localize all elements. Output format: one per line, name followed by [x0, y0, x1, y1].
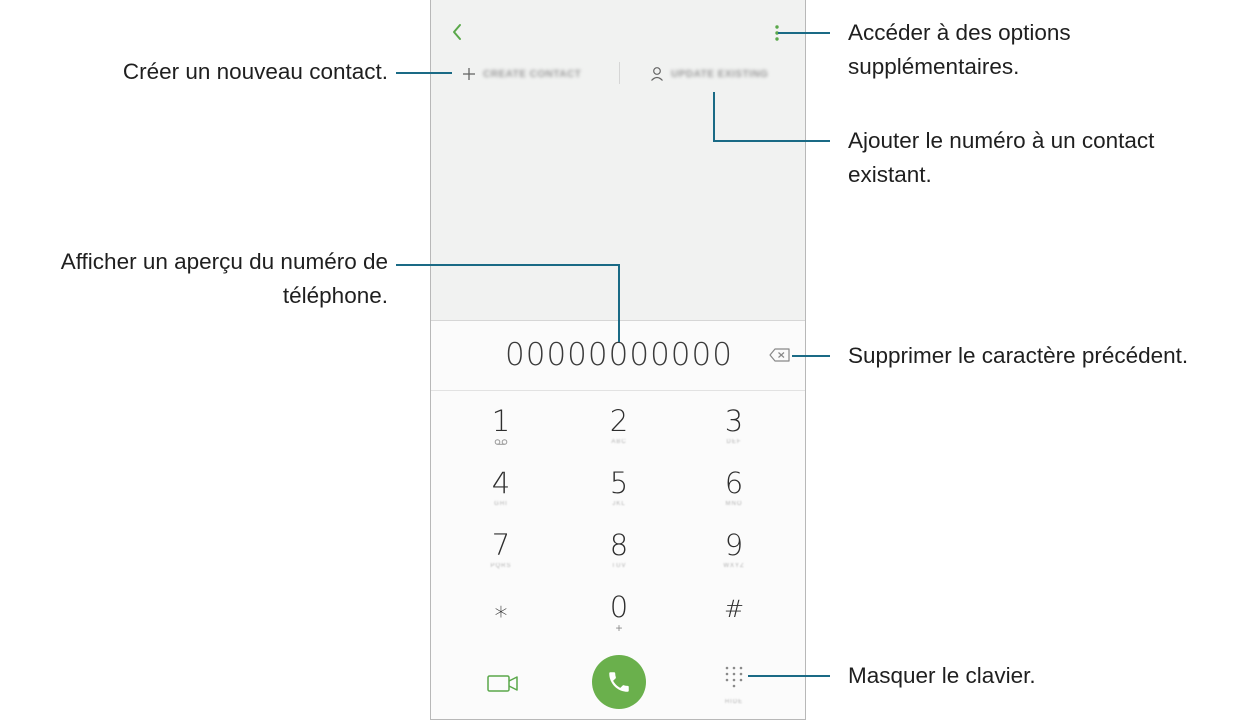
- key-digit: 0: [609, 590, 629, 624]
- update-existing-label: UPDATE EXISTING: [671, 68, 769, 80]
- callout-line-update-horizontal: [713, 140, 830, 142]
- callout-line-backspace: [792, 355, 830, 357]
- contact-actions-row: CREATE CONTACT UPDATE EXISTING: [431, 58, 805, 90]
- create-contact-label: CREATE CONTACT: [483, 68, 582, 80]
- callout-more-options-line2: supplémentaires.: [848, 54, 1020, 79]
- callout-line-update-vertical: [713, 92, 715, 142]
- key-letters: WXYZ: [723, 563, 745, 569]
- callout-preview-number-line2: téléphone.: [282, 283, 388, 308]
- callout-line-create: [396, 72, 452, 74]
- key-letters: DEF: [726, 439, 742, 445]
- phone-icon: [609, 672, 629, 692]
- create-contact-button[interactable]: CREATE CONTACT: [461, 58, 581, 90]
- key-letters: MNO: [725, 501, 743, 507]
- video-call-button[interactable]: [485, 671, 521, 697]
- key-digit: 1: [491, 404, 511, 438]
- callout-hide-keypad: Masquer le clavier.: [848, 663, 1036, 688]
- key-0[interactable]: 0 +: [569, 591, 669, 651]
- key-3[interactable]: 3 DEF: [684, 405, 784, 465]
- phone-dialer-screen: CREATE CONTACT UPDATE EXISTING 000000000…: [430, 0, 806, 720]
- hide-keypad-button[interactable]: HIDE: [721, 664, 747, 705]
- callout-add-existing-line1: Ajouter le numéro à un contact: [848, 128, 1155, 153]
- key-letters: TUV: [611, 563, 627, 569]
- callout-line-keypad: [748, 675, 830, 677]
- plus-icon: [461, 64, 477, 84]
- back-button[interactable]: [445, 18, 469, 46]
- display-divider: [431, 390, 805, 391]
- callout-delete-char: Supprimer le caractère précédent.: [848, 343, 1189, 368]
- key-digit: 3: [724, 404, 744, 438]
- key-star[interactable]: ⁎: [451, 593, 551, 653]
- key-digit: 7: [491, 528, 511, 562]
- key-digit: 2: [609, 404, 629, 438]
- callout-line-more: [778, 32, 830, 34]
- key-digit: 5: [609, 466, 629, 500]
- keypad-grid-icon: [725, 666, 743, 688]
- key-letters: ABC: [611, 439, 627, 445]
- key-9[interactable]: 9 WXYZ: [684, 529, 784, 589]
- backspace-icon: [769, 348, 790, 362]
- key-8[interactable]: 8 TUV: [569, 529, 669, 589]
- callout-add-existing-line2: existant.: [848, 162, 932, 187]
- callout-line-preview-vertical: [618, 264, 620, 342]
- key-digit: 9: [724, 528, 744, 562]
- key-1[interactable]: 1: [451, 405, 551, 465]
- chevron-left-icon: [453, 24, 461, 40]
- key-letters: +: [615, 621, 623, 635]
- key-7[interactable]: 7 PQRS: [451, 529, 551, 589]
- key-letters: PQRS: [490, 563, 512, 569]
- call-button[interactable]: [592, 655, 646, 709]
- key-digit: 6: [724, 466, 744, 500]
- key-digit: #: [723, 595, 745, 623]
- callout-line-preview-horizontal: [396, 264, 620, 266]
- callout-create-contact: Créer un nouveau contact.: [122, 59, 388, 84]
- voicemail-icon: [494, 439, 508, 445]
- video-call-icon: [487, 675, 518, 692]
- backspace-button[interactable]: [767, 343, 793, 367]
- person-icon: [649, 64, 665, 84]
- hide-keypad-label: HIDE: [724, 699, 744, 705]
- key-digit: 8: [609, 528, 629, 562]
- key-2[interactable]: 2 ABC: [569, 405, 669, 465]
- key-5[interactable]: 5 JKL: [569, 467, 669, 527]
- callout-more-options-line1: Accéder à des options: [848, 20, 1071, 45]
- key-6[interactable]: 6 MNO: [684, 467, 784, 527]
- key-hash[interactable]: #: [684, 593, 784, 653]
- callout-preview-number-line1: Afficher un aperçu du numéro de: [60, 249, 388, 274]
- key-4[interactable]: 4 GHI: [451, 467, 551, 527]
- key-digit: ⁎: [494, 594, 508, 624]
- update-existing-button[interactable]: UPDATE EXISTING: [649, 58, 768, 90]
- key-digit: 4: [491, 466, 511, 500]
- key-letters: JKL: [612, 501, 626, 507]
- action-divider: [619, 62, 620, 84]
- key-letters: GHI: [494, 501, 508, 507]
